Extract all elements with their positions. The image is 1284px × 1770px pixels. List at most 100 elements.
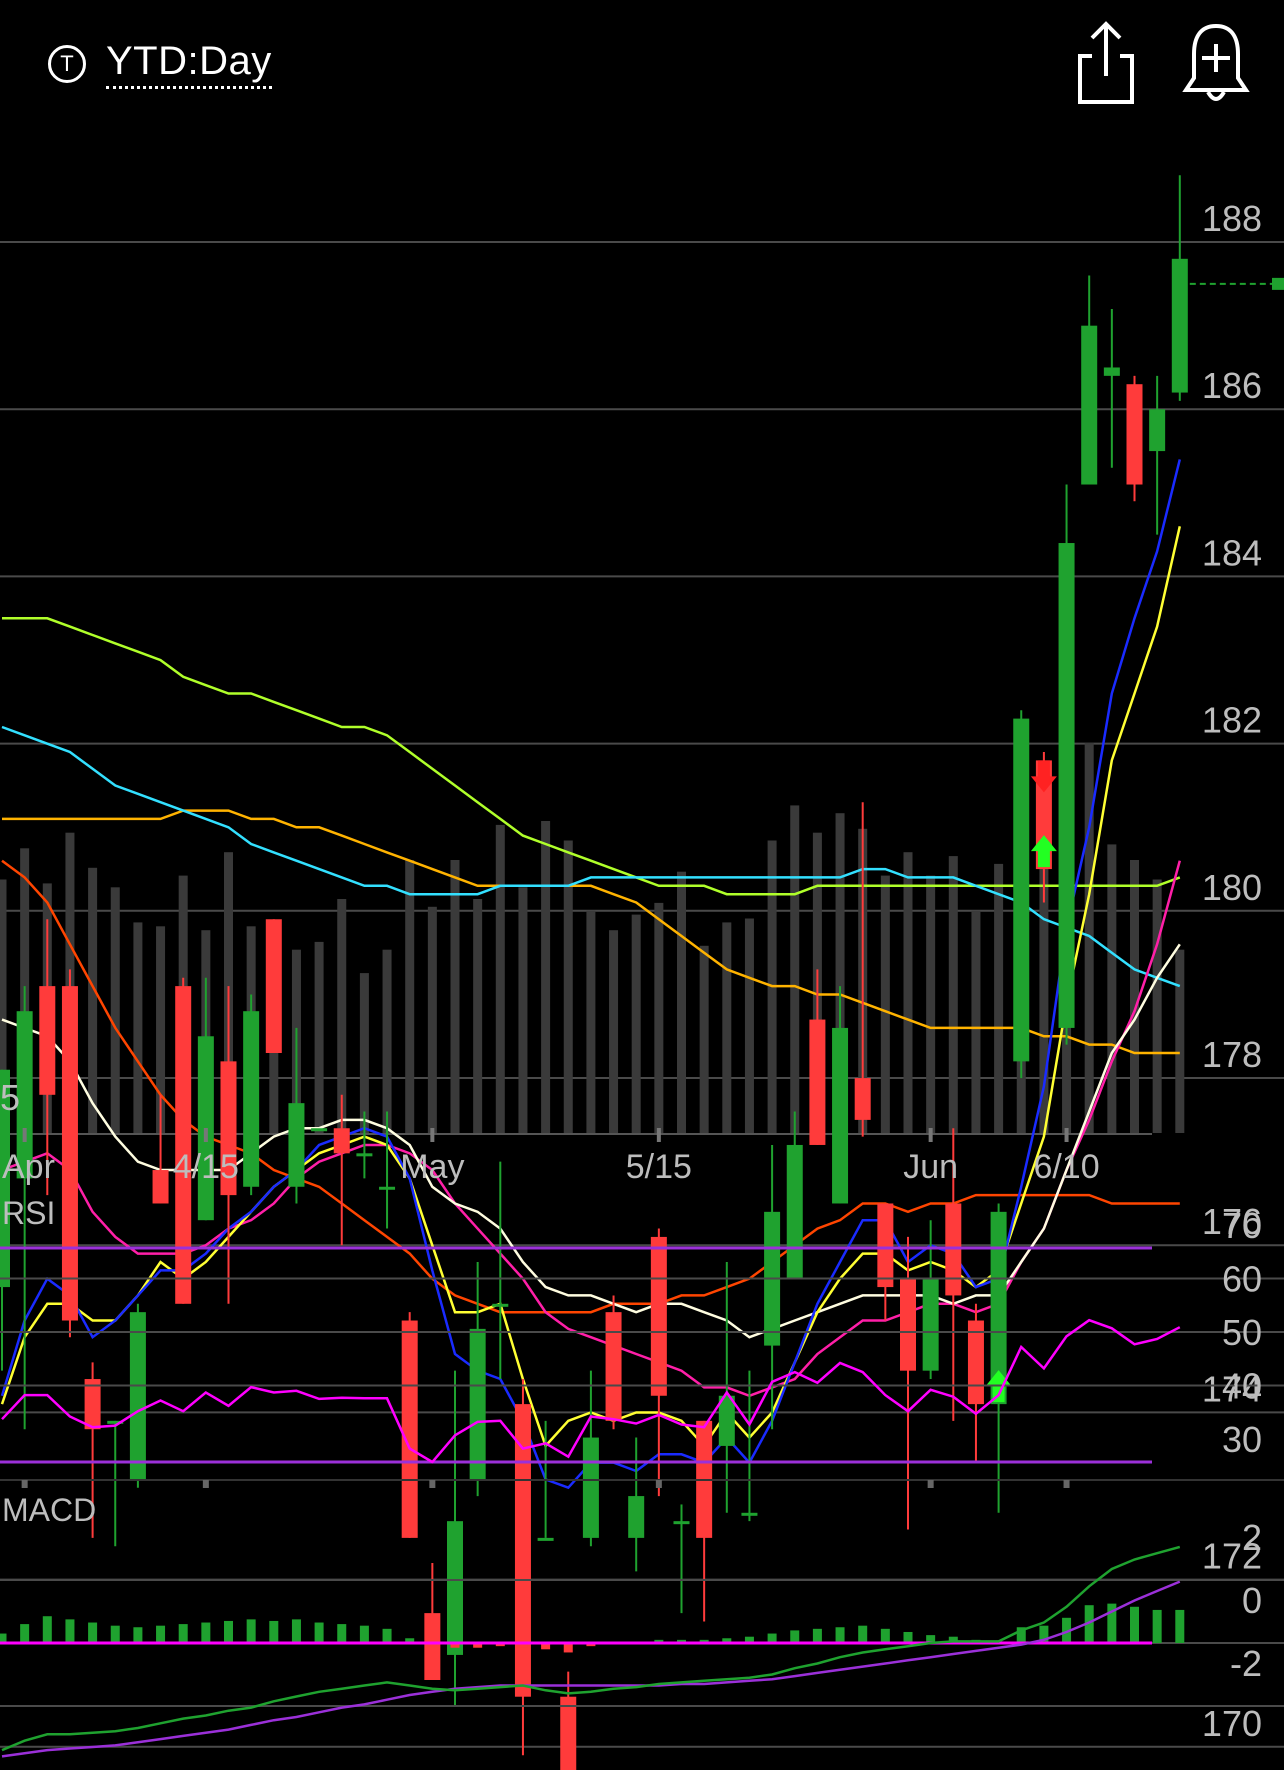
volume-bar	[518, 887, 528, 1133]
rsi-title: RSI	[2, 1195, 55, 1231]
candle-body	[39, 986, 56, 1095]
volume-bar	[744, 918, 754, 1133]
macd-histogram-bar	[1130, 1606, 1139, 1643]
macd-histogram-bar	[201, 1622, 211, 1643]
macd-histogram-bar	[314, 1622, 324, 1643]
volume-bar	[88, 867, 98, 1133]
volume-bar	[677, 871, 686, 1133]
volume-bar	[314, 941, 324, 1133]
candle-body	[628, 1496, 645, 1538]
volume-bar	[880, 875, 890, 1133]
macd-histogram-bar	[88, 1622, 98, 1643]
macd-histogram-bar	[359, 1625, 369, 1643]
volume-bar	[541, 821, 551, 1133]
cut-off-label: 5	[0, 1077, 20, 1118]
candle-body	[356, 1153, 373, 1157]
macd-axis-label: 2	[1242, 1517, 1262, 1558]
rsi-axis-label: 70	[1222, 1205, 1262, 1246]
macd-histogram-bar	[790, 1630, 800, 1643]
x-axis-label: Apr	[2, 1148, 55, 1186]
macd-title: MACD	[2, 1492, 96, 1528]
stock-chart[interactable]: 188186184182180178176174172170Apr 4/15 May…	[0, 0, 1284, 1770]
rsi-axis-label: 30	[1222, 1419, 1262, 1460]
candle-body	[832, 1027, 849, 1204]
volume-bar	[631, 914, 641, 1133]
macd-histogram-bar	[110, 1625, 120, 1643]
moving-average-line-green	[2, 617, 1181, 896]
candle-body	[152, 1170, 169, 1204]
volume-bar	[654, 902, 664, 1133]
candle-body	[1171, 258, 1188, 393]
rsi-axis-label: 50	[1222, 1312, 1262, 1353]
candle-body	[809, 1019, 826, 1145]
candle-body	[741, 1512, 758, 1516]
macd-histogram-bar	[269, 1620, 279, 1643]
price-axis-label: 182	[1202, 700, 1262, 741]
rsi-panel	[0, 1246, 1284, 1488]
candle-body	[560, 1696, 577, 1770]
volume-bar	[133, 922, 143, 1133]
price-axis-label: 184	[1202, 532, 1262, 573]
candle-body	[265, 919, 282, 1053]
candle-body	[243, 1011, 260, 1187]
macd-histogram-bar	[42, 1616, 52, 1643]
volume-bar	[382, 949, 392, 1133]
macd-histogram-bar	[880, 1628, 890, 1643]
macd-histogram-bar	[1152, 1609, 1162, 1643]
price-axis-label: 170	[1202, 1703, 1262, 1744]
volume-bar	[926, 875, 936, 1133]
candle-body	[379, 1186, 396, 1190]
macd-histogram-bar	[382, 1628, 392, 1643]
candle-body	[1103, 367, 1120, 376]
volume-bar	[586, 910, 596, 1133]
candle-body	[854, 1078, 871, 1120]
macd-histogram-bar	[1175, 1609, 1185, 1643]
macd-axis-label: 0	[1242, 1580, 1262, 1621]
macd-signal-line	[1, 1580, 1181, 1758]
macd-histogram-bar	[835, 1627, 845, 1643]
candle-body	[673, 1521, 690, 1525]
volume-bar	[1175, 949, 1185, 1133]
volume-bar	[110, 887, 120, 1133]
candle-body	[401, 1320, 418, 1538]
volume-bar	[1152, 879, 1162, 1133]
volume-bar	[359, 973, 369, 1133]
macd-histogram-bar	[337, 1624, 347, 1643]
volume-bar	[405, 860, 415, 1133]
volume-bar	[699, 945, 709, 1133]
candle-body	[605, 1312, 622, 1421]
macd-histogram-bar	[178, 1624, 188, 1643]
candle-body	[922, 1278, 939, 1371]
volume-bar	[495, 824, 505, 1133]
volume-bar	[994, 863, 1004, 1133]
macd-histogram-bar	[858, 1625, 868, 1643]
volume-bar	[903, 852, 913, 1133]
candle-body	[967, 1320, 984, 1405]
candle-body	[1013, 718, 1030, 1062]
candle-body	[311, 1128, 328, 1132]
volume-bar	[427, 906, 437, 1133]
macd-axis-label: -2	[1230, 1643, 1262, 1684]
volume-bar	[450, 860, 460, 1133]
macd-histogram-bar	[133, 1627, 143, 1643]
candle-body	[61, 986, 78, 1321]
candle-body	[1126, 384, 1143, 485]
candle-body	[900, 1278, 916, 1371]
x-axis-label: Jun	[903, 1148, 958, 1186]
macd-histogram-bar	[156, 1625, 166, 1643]
candle-body	[84, 1379, 101, 1430]
rsi-axis-label: 60	[1222, 1259, 1262, 1300]
x-axis-label: 6/10	[1033, 1148, 1099, 1186]
macd-histogram-bar	[224, 1620, 233, 1643]
volume-bar	[473, 899, 483, 1133]
candle-body	[492, 1303, 509, 1307]
price-axis-label: 186	[1202, 365, 1262, 406]
candle-body	[175, 986, 192, 1304]
x-axis-label: 5/15	[626, 1148, 692, 1186]
candle-body	[424, 1613, 441, 1680]
macd-histogram-bar	[20, 1624, 30, 1643]
candle-body	[877, 1203, 894, 1288]
candle-body	[1149, 409, 1166, 452]
x-axis-label: 4/15	[173, 1148, 239, 1186]
volume-bar	[1107, 844, 1117, 1133]
